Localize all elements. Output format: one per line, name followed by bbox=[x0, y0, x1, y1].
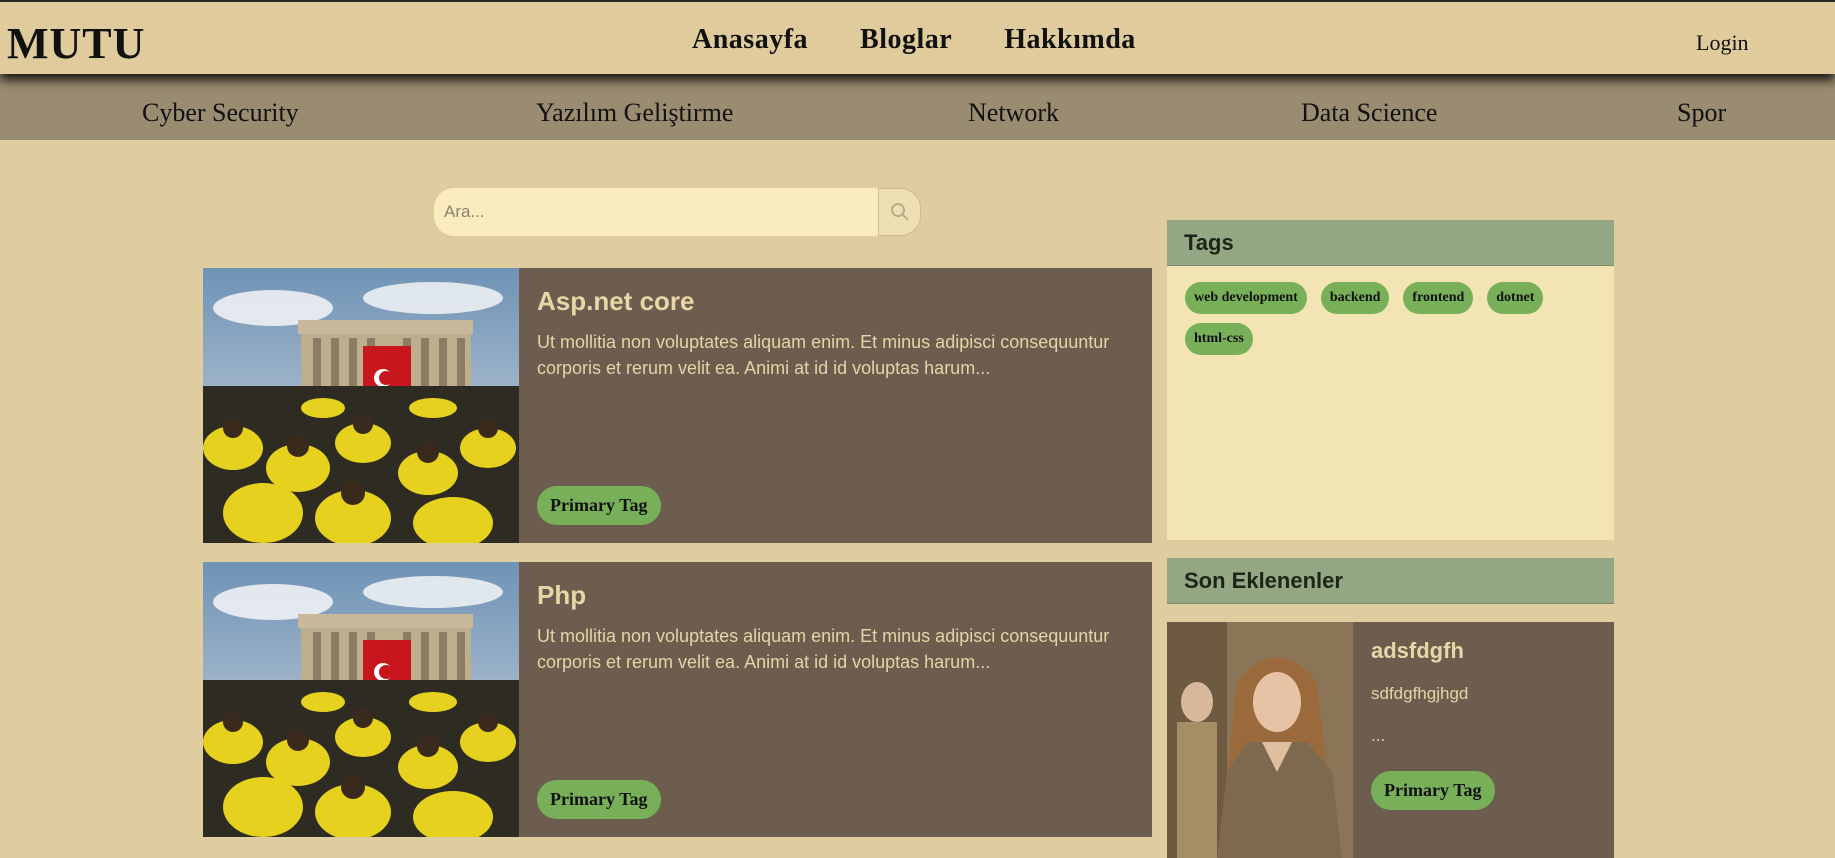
post-body: Php Ut mollitia non voluptates aliquam e… bbox=[519, 562, 1152, 837]
post-excerpt: Ut mollitia non voluptates aliquam enim.… bbox=[537, 332, 1110, 378]
post-image[interactable] bbox=[203, 268, 519, 543]
recent-post-image[interactable] bbox=[1167, 622, 1353, 858]
top-navbar: MUTU Anasayfa Bloglar Hakkımda Login bbox=[0, 0, 1835, 74]
category-data-science[interactable]: Data Science bbox=[1301, 98, 1437, 128]
main-nav: Anasayfa Bloglar Hakkımda bbox=[692, 24, 1136, 56]
recent-heading: Son Eklenenler bbox=[1167, 558, 1614, 604]
category-network[interactable]: Network bbox=[968, 98, 1059, 128]
tags-panel: web development backend frontend dotnet html… bbox=[1167, 266, 1614, 540]
post-card[interactable]: Php Ut mollitia non voluptates aliquam e… bbox=[203, 562, 1152, 837]
recent-post-body: adsfdgfh sdfdgfhgjhgd ... Primary Tag bbox=[1353, 622, 1614, 858]
tag-chip[interactable]: html-css bbox=[1185, 323, 1253, 355]
post-body: Asp.net core Ut mollitia non voluptates … bbox=[519, 268, 1152, 543]
category-bar: Cyber Security Yazılım Geliştirme Networ… bbox=[0, 74, 1835, 140]
recent-post-card[interactable]: adsfdgfh sdfdgfhgjhgd ... Primary Tag bbox=[1167, 622, 1614, 858]
category-cyber-security[interactable]: Cyber Security bbox=[142, 98, 299, 128]
post-tag[interactable]: Primary Tag bbox=[537, 486, 661, 525]
category-yazilim-gelistirme[interactable]: Yazılım Geliştirme bbox=[536, 98, 733, 128]
search-bar bbox=[434, 188, 921, 236]
search-input[interactable] bbox=[434, 188, 878, 236]
brand-logo[interactable]: MUTU bbox=[7, 18, 145, 69]
category-spor[interactable]: Spor bbox=[1677, 98, 1726, 128]
tags-heading: Tags bbox=[1167, 220, 1614, 266]
search-button[interactable] bbox=[878, 188, 921, 236]
recent-post-title[interactable]: adsfdgfh bbox=[1371, 638, 1596, 664]
post-card[interactable]: Asp.net core Ut mollitia non voluptates … bbox=[203, 268, 1152, 543]
nav-link-hakkimda[interactable]: Hakkımda bbox=[1004, 24, 1136, 56]
recent-post-text: sdfdgfhgjhgd bbox=[1371, 684, 1469, 703]
login-link[interactable]: Login bbox=[1696, 30, 1749, 56]
tag-chip[interactable]: web development bbox=[1185, 282, 1307, 314]
recent-post-ellipsis: ... bbox=[1371, 726, 1386, 745]
nav-link-bloglar[interactable]: Bloglar bbox=[860, 24, 952, 56]
search-icon bbox=[890, 203, 909, 221]
recent-post-tag[interactable]: Primary Tag bbox=[1371, 771, 1495, 810]
post-title[interactable]: Asp.net core bbox=[537, 286, 1134, 317]
tag-chip[interactable]: frontend bbox=[1403, 282, 1474, 314]
post-tag[interactable]: Primary Tag bbox=[537, 780, 661, 819]
post-image[interactable] bbox=[203, 562, 519, 837]
nav-link-anasayfa[interactable]: Anasayfa bbox=[692, 24, 808, 56]
post-excerpt: Ut mollitia non voluptates aliquam enim.… bbox=[537, 626, 1110, 672]
tag-chip[interactable]: dotnet bbox=[1487, 282, 1544, 314]
tag-chip[interactable]: backend bbox=[1320, 282, 1390, 314]
post-title[interactable]: Php bbox=[537, 580, 1134, 611]
